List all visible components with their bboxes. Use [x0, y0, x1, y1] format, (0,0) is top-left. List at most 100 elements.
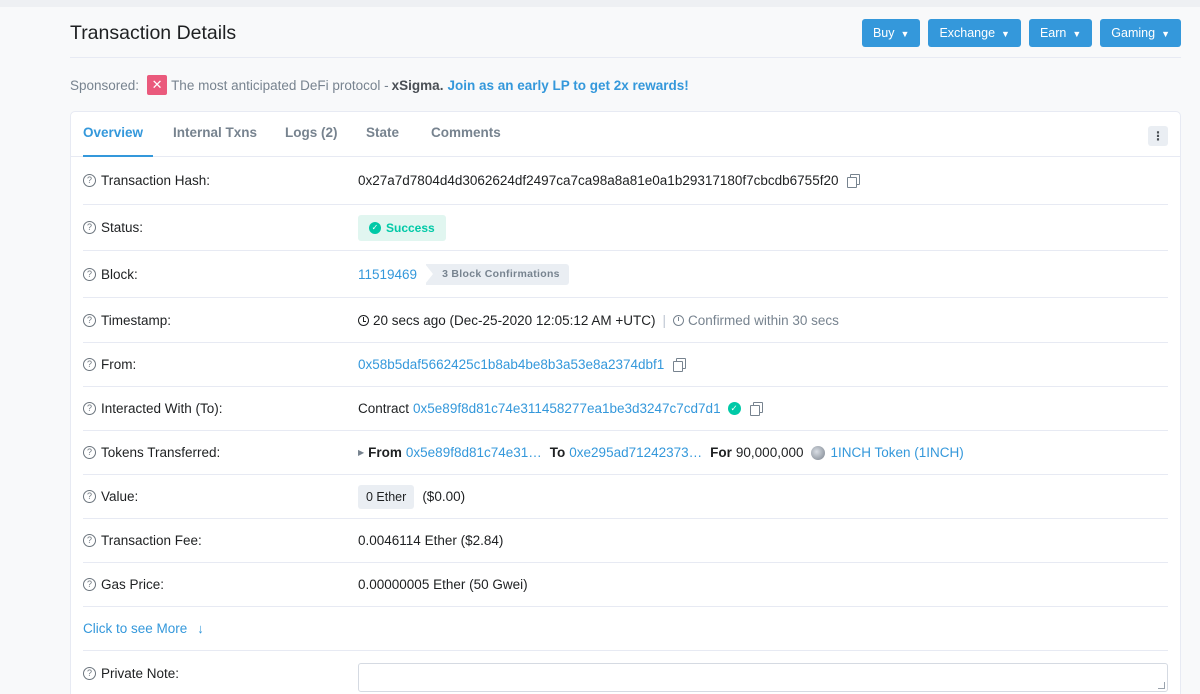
sponsored-link[interactable]: Join as an early LP to get 2x rewards! — [447, 78, 688, 93]
exchange-label: Exchange — [939, 26, 996, 40]
question-icon[interactable]: ? — [83, 313, 96, 327]
gaming-label: Gaming — [1111, 26, 1156, 40]
tab-state[interactable]: State — [366, 112, 399, 157]
label-text: Tokens Transferred: — [101, 445, 221, 460]
tab-logs-label: Logs (2) — [285, 125, 338, 140]
verified-check-icon: ✓ — [727, 402, 741, 415]
contract-address-link[interactable]: 0x5e89f8d81c74e311458277ea1be3d3247c7cd7… — [413, 401, 721, 416]
header-buttons: Buy ▼ Exchange ▼ Earn ▼ Gaming ▼ — [861, 19, 1181, 47]
xsigma-logo-icon[interactable]: ✕ — [147, 75, 168, 95]
contract-prefix: Contract — [358, 401, 410, 416]
timestamp-value: 20 secs ago (Dec-25-2020 12:05:12 AM +UT… — [373, 312, 656, 328]
check-circle-icon: ✓ — [369, 221, 381, 234]
resize-handle-icon[interactable] — [1158, 682, 1165, 689]
question-icon[interactable]: ? — [83, 174, 96, 187]
row-tokens-transferred: ? Tokens Transferred: ▶ From 0x5e89f8d81c… — [83, 431, 1168, 475]
question-icon[interactable]: ? — [83, 358, 96, 371]
question-icon[interactable]: ? — [83, 402, 96, 415]
copy-icon[interactable] — [847, 174, 861, 188]
tab-logs[interactable]: Logs (2) — [285, 112, 338, 157]
private-note-input[interactable] — [358, 663, 1168, 692]
copy-icon[interactable] — [673, 358, 687, 372]
sponsored-brand: xSigma. — [391, 77, 444, 93]
clock-icon — [358, 314, 369, 326]
1inch-token-icon — [811, 445, 826, 460]
transaction-card: Overview Internal Txns Logs (2) State Co… — [70, 111, 1181, 694]
label-text: Transaction Hash: — [101, 173, 211, 188]
row-see-more: Click to see More ↓ — [83, 607, 1168, 651]
arrow-down-icon: ↓ — [197, 621, 204, 636]
buy-button[interactable]: Buy ▼ — [861, 19, 921, 47]
question-icon[interactable]: ? — [83, 490, 96, 503]
token-from-label: From — [368, 445, 402, 460]
row-label: ? Private Note: — [83, 666, 179, 681]
row-value: ✓ Success — [358, 214, 446, 241]
chevron-down-icon: ▼ — [1072, 29, 1082, 39]
token-from-link[interactable]: 0x5e89f8d81c74e31… — [406, 445, 542, 460]
separator: | — [662, 312, 667, 328]
row-label: ? Value: — [83, 489, 138, 504]
copy-icon[interactable] — [749, 402, 763, 416]
row-interacted-with: ? Interacted With (To): Contract 0x5e89f8d… — [83, 387, 1168, 431]
question-icon[interactable]: ? — [83, 267, 96, 281]
more-options-icon[interactable]: ⋮ — [1148, 126, 1168, 146]
buy-label: Buy — [872, 26, 895, 40]
from-address-link[interactable]: 0x58b5daf5662425c1b8ab4be8b3a53e8a2374db… — [358, 357, 664, 372]
row-timestamp: ? Timestamp: 20 secs ago (Dec-25-2020 12:… — [83, 298, 1168, 343]
token-to-label: To — [549, 445, 566, 460]
tab-comments[interactable]: Comments — [431, 112, 501, 157]
transaction-hash-value: 0x27a7d7804d4d3062624df2497ca7ca98a8a81e… — [358, 173, 839, 188]
row-label: ? Timestamp: — [83, 313, 171, 328]
label-text: Interacted With (To): — [101, 401, 223, 416]
row-value: 20 secs ago (Dec-25-2020 12:05:12 AM +UT… — [358, 313, 839, 328]
tab-internal-txns[interactable]: Internal Txns — [173, 112, 257, 157]
label-text: Transaction Fee: — [101, 533, 202, 548]
row-transaction-hash: ? Transaction Hash: 0x27a7d7804d4d3062624… — [83, 157, 1168, 205]
row-transaction-fee: ? Transaction Fee: 0.0046114 Ether ($2.84… — [83, 519, 1168, 563]
row-value: ? Value: 0 Ether ($0.00) — [83, 475, 1168, 519]
block-number-link[interactable]: 11519469 — [358, 267, 417, 282]
earn-label: Earn — [1039, 26, 1067, 40]
chevron-down-icon: ▼ — [1001, 29, 1010, 39]
row-value: Contract 0x5e89f8d81c74e311458277ea1be3d3… — [358, 401, 763, 416]
chevron-down-icon: ▼ — [1161, 29, 1170, 39]
row-label: ? From: — [83, 357, 136, 372]
question-icon[interactable]: ? — [83, 666, 96, 680]
label-text: Private Note: — [101, 665, 180, 681]
row-value: 0 Ether ($0.00) — [358, 484, 466, 509]
label-text: Block: — [101, 266, 138, 282]
confirmed-within-text: Confirmed within 30 secs — [688, 312, 839, 328]
token-name-link[interactable]: 1INCH Token (1INCH) — [830, 445, 963, 460]
token-for-label: For — [710, 445, 732, 460]
label-text: From: — [101, 357, 137, 372]
label-text: Timestamp: — [101, 312, 172, 328]
exchange-button[interactable]: Exchange ▼ — [928, 19, 1021, 47]
caret-right-icon: ▶ — [358, 448, 365, 457]
question-icon[interactable]: ? — [83, 534, 96, 547]
row-gas-price: ? Gas Price: 0.00000005 Ether (50 Gwei) — [83, 563, 1168, 607]
tab-bar: Overview Internal Txns Logs (2) State Co… — [71, 112, 1180, 157]
row-value: 0x27a7d7804d4d3062624df2497ca7ca98a8a81e… — [358, 173, 861, 188]
tab-overview[interactable]: Overview — [83, 112, 153, 157]
page-title: Transaction Details — [70, 22, 237, 44]
row-from: ? From: 0x58b5daf5662425c1b8ab4be8b3a53e8… — [83, 343, 1168, 387]
earn-button[interactable]: Earn ▼ — [1028, 19, 1093, 47]
tab-overview-label: Overview — [83, 125, 144, 140]
row-value: 0.00000005 Ether (50 Gwei) — [358, 577, 528, 592]
question-icon[interactable]: ? — [83, 578, 96, 591]
see-more-link[interactable]: Click to see More ↓ — [83, 621, 204, 636]
gaming-button[interactable]: Gaming ▼ — [1100, 19, 1181, 47]
row-value: ▶ From 0x5e89f8d81c74e31… To 0xe295ad712… — [358, 445, 964, 460]
ether-value-badge: 0 Ether — [358, 484, 415, 509]
see-more-label: Click to see More — [83, 621, 188, 636]
usd-value: ($0.00) — [422, 489, 466, 504]
status-text: Success — [386, 220, 435, 235]
status-badge: ✓ Success — [358, 214, 446, 241]
question-icon[interactable]: ? — [83, 221, 96, 234]
row-label: ? Interacted With (To): — [83, 401, 223, 416]
label-text: Gas Price: — [101, 577, 165, 592]
token-to-link[interactable]: 0xe295ad71242373… — [569, 445, 702, 460]
question-icon[interactable]: ? — [83, 446, 96, 459]
row-label: ? Transaction Hash: — [83, 173, 210, 188]
row-label: ? Gas Price: — [83, 577, 164, 592]
